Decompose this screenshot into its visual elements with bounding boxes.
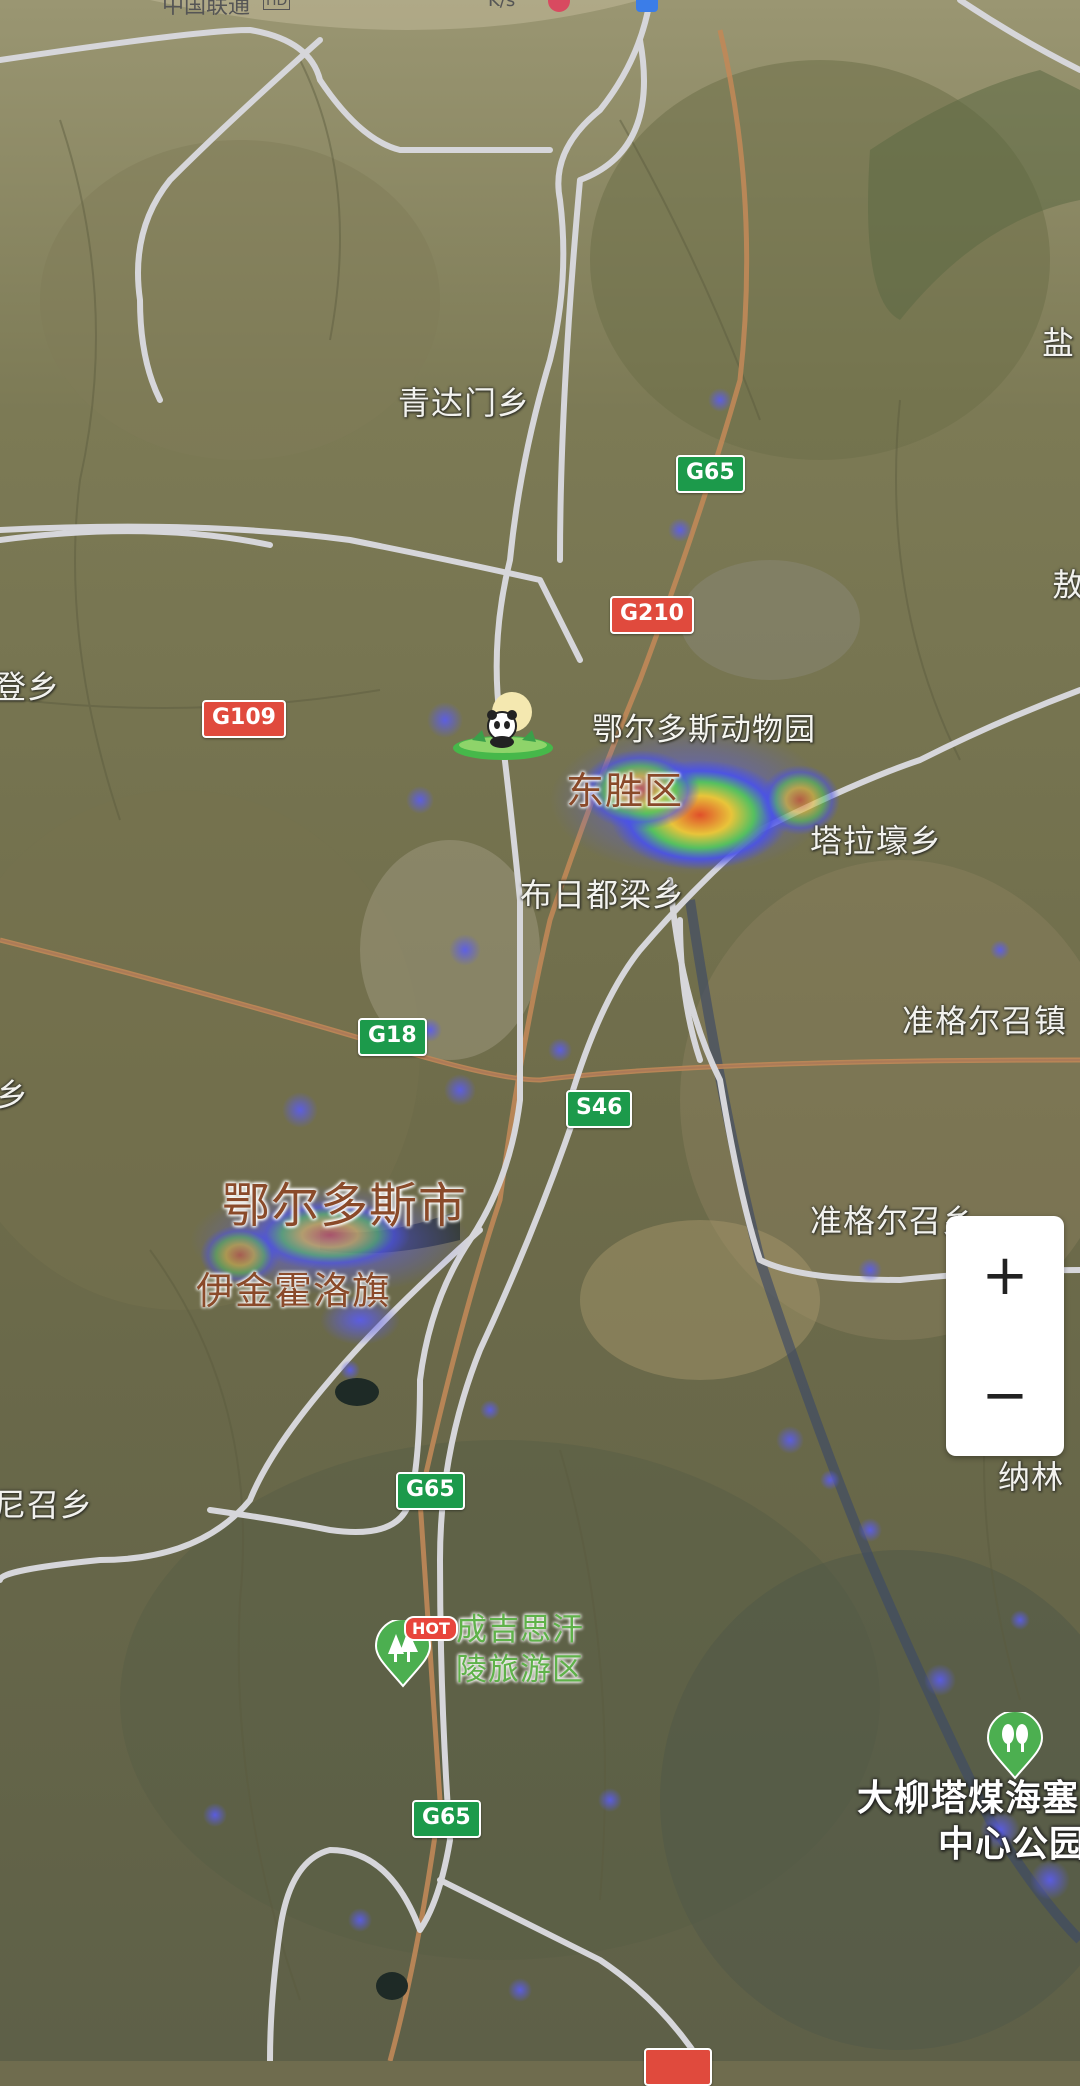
road-shield-g18[interactable]: G18 [358,1018,427,1056]
panda-zoo-icon[interactable] [452,690,554,762]
zoom-out-icon: − [981,1363,1029,1428]
road-shield-partial [644,2048,712,2086]
label-daliuta-line1: 大柳塔煤海塞 [857,1778,1080,1819]
label-hao-edge[interactable]: 敖 [1052,560,1080,606]
label-genghis-line1: 成吉思汗 [456,1612,584,1648]
status-bar: 中国联通 HD K/s [0,0,1080,20]
label-daliuta-line2: 中心公园 [938,1824,1080,1865]
label-talahao[interactable]: 塔拉壕乡 [810,816,942,862]
network-speed-unit: K/s [488,0,516,11]
label-zhungeer-town[interactable]: 准格尔召镇 [902,996,1067,1042]
label-ni-zhao[interactable]: 尼召乡 [0,1480,93,1526]
label-genghis-line2: 陵旅游区 [456,1652,584,1688]
zoom-in-icon: + [981,1243,1029,1308]
hd-badge: HD [263,0,291,10]
road-shield-g210[interactable]: G210 [610,596,694,634]
notification-icon [548,0,570,12]
label-yan-edge[interactable]: 盐 [1042,318,1075,364]
label-genghis-mausoleum[interactable]: 成吉思汗 陵旅游区 [456,1610,584,1690]
hot-badge: HOT [404,1616,458,1641]
location-icon [636,0,658,12]
road-shield-s46[interactable]: S46 [566,1090,633,1128]
label-ordos-city[interactable]: 鄂尔多斯市 [222,1166,467,1236]
road-shield-g65[interactable]: G65 [412,1800,481,1838]
road-shield-g65[interactable]: G65 [676,455,745,493]
zoom-in-button[interactable]: + [946,1216,1064,1336]
label-qingdamen[interactable]: 青达门乡 [398,378,530,424]
label-dongsheng-district[interactable]: 东胜区 [566,760,683,815]
road-shield-g65[interactable]: G65 [396,1472,465,1510]
label-burdu[interactable]: 布日都梁乡 [520,870,685,916]
road-shield-g109[interactable]: G109 [202,700,286,738]
label-ordos-zoo[interactable]: 鄂尔多斯动物园 [592,704,816,749]
label-xiang-edge[interactable]: i乡 [0,1070,29,1116]
label-deng-xiang[interactable]: 登乡 [0,662,60,708]
label-nalin[interactable]: 纳林 [998,1452,1064,1498]
carrier-name: 中国联通 [162,0,251,19]
zoom-out-button[interactable]: − [946,1336,1064,1456]
label-daliuta-park[interactable]: 大柳塔煤海塞 中心公园 [850,1776,1080,1868]
label-yijinhuoluo[interactable]: 伊金霍洛旗 [196,1260,391,1315]
park-pin-icon[interactable] [986,1712,1044,1780]
zoom-control: + − [946,1216,1064,1456]
